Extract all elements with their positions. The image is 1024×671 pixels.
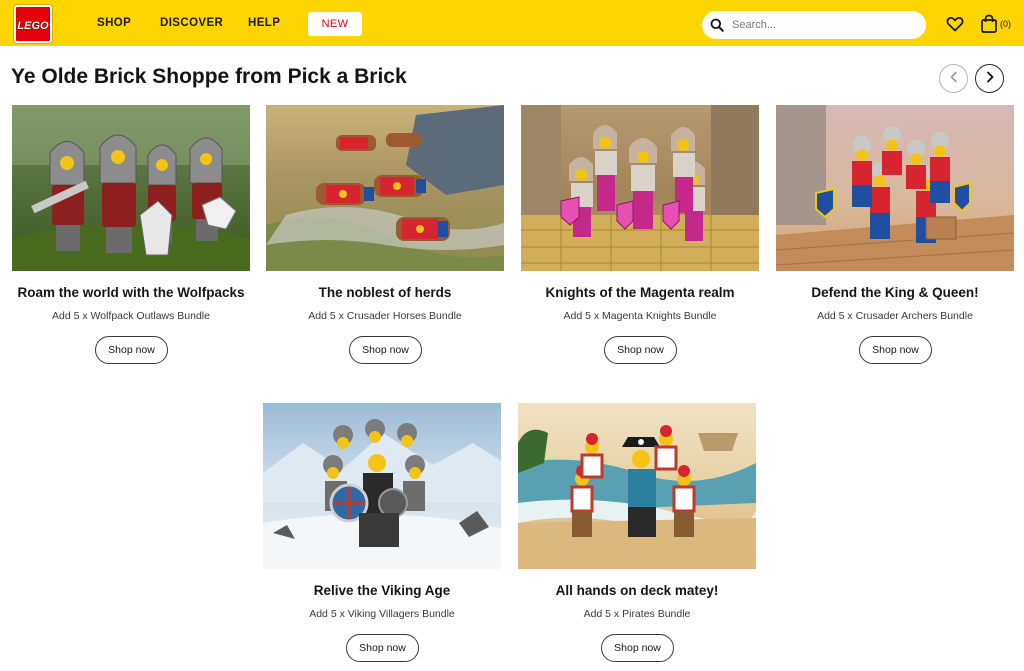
shop-now-button[interactable]: Shop now xyxy=(604,336,677,364)
search-input[interactable] xyxy=(732,19,912,31)
product-image[interactable] xyxy=(518,403,756,569)
product-card: Knights of the Magenta realm Add 5 x Mag… xyxy=(521,105,759,373)
top-navigation-bar: LEGO SHOP DISCOVER HELP NEW (0) xyxy=(0,0,1024,46)
card-title: All hands on deck matey! xyxy=(555,583,719,598)
lego-logo[interactable]: LEGO xyxy=(13,4,53,44)
card-subtitle: Add 5 x Crusader Horses Bundle xyxy=(308,310,462,322)
product-image[interactable] xyxy=(263,403,501,569)
product-card: Relive the Viking Age Add 5 x Viking Vil… xyxy=(263,403,501,671)
card-subtitle: Add 5 x Magenta Knights Bundle xyxy=(563,310,717,322)
shop-now-button[interactable]: Shop now xyxy=(601,634,674,662)
carousel-next-button[interactable] xyxy=(975,64,1004,93)
search-box[interactable] xyxy=(702,11,926,39)
search-icon xyxy=(710,18,724,32)
card-title: The noblest of herds xyxy=(318,285,452,300)
product-image[interactable] xyxy=(266,105,504,271)
bag-count: (0) xyxy=(1000,19,1011,29)
page-title: Ye Olde Brick Shoppe from Pick a Brick xyxy=(11,65,407,88)
shop-now-button[interactable]: Shop now xyxy=(859,336,932,364)
product-card: The noblest of herds Add 5 x Crusader Ho… xyxy=(266,105,504,373)
carousel-prev-button[interactable] xyxy=(939,64,968,93)
shopping-bag-icon[interactable] xyxy=(980,14,998,34)
product-card: Defend the King & Queen! Add 5 x Crusade… xyxy=(776,105,1014,373)
card-subtitle: Add 5 x Pirates Bundle xyxy=(583,608,691,620)
product-card: All hands on deck matey! Add 5 x Pirates… xyxy=(518,403,756,671)
card-title: Roam the world with the Wolfpacks xyxy=(17,285,245,300)
card-subtitle: Add 5 x Viking Villagers Bundle xyxy=(309,608,455,620)
nav-help[interactable]: HELP xyxy=(248,17,280,29)
nav-new[interactable]: NEW xyxy=(308,12,362,36)
card-subtitle: Add 5 x Wolfpack Outlaws Bundle xyxy=(52,310,210,322)
svg-text:LEGO: LEGO xyxy=(17,20,49,32)
product-image[interactable] xyxy=(521,105,759,271)
card-title: Relive the Viking Age xyxy=(313,583,451,598)
chevron-right-icon xyxy=(985,70,995,88)
card-subtitle: Add 5 x Crusader Archers Bundle xyxy=(817,310,973,322)
nav-discover[interactable]: DISCOVER xyxy=(160,17,223,29)
product-image[interactable] xyxy=(776,105,1014,271)
product-card: Roam the world with the Wolfpacks Add 5 … xyxy=(12,105,250,373)
heart-icon[interactable] xyxy=(946,15,964,33)
lego-logo-wordmark: LEGO xyxy=(17,20,49,33)
nav-shop[interactable]: SHOP xyxy=(97,17,131,29)
card-title: Defend the King & Queen! xyxy=(811,285,979,300)
card-title: Knights of the Magenta realm xyxy=(545,285,735,300)
shop-now-button[interactable]: Shop now xyxy=(95,336,168,364)
shop-now-button[interactable]: Shop now xyxy=(346,634,419,662)
chevron-left-icon xyxy=(949,70,959,88)
product-image[interactable] xyxy=(12,105,250,271)
shop-now-button[interactable]: Shop now xyxy=(349,336,422,364)
